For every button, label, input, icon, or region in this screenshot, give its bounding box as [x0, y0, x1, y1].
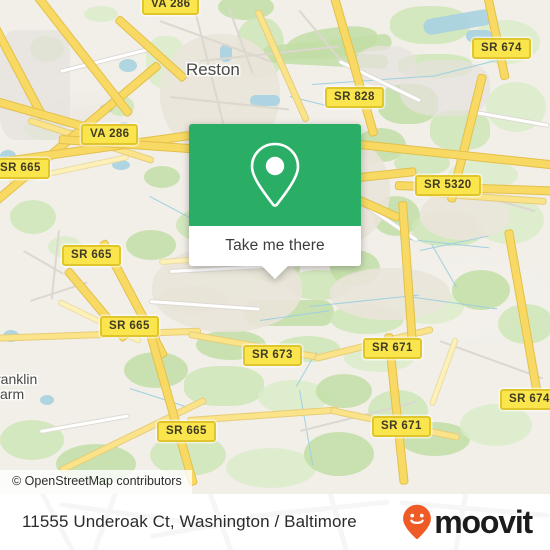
residential-area: [330, 268, 450, 320]
park-area: [184, 366, 264, 406]
road-shield-va-286-top: VA 286: [142, 0, 200, 15]
road-shield-sr-671-upper: SR 671: [363, 338, 422, 359]
park-area: [304, 432, 374, 476]
park-area: [460, 404, 532, 446]
road-shield-sr-665-lower: SR 665: [100, 316, 159, 337]
take-me-there-label: Take me there: [225, 237, 325, 254]
park-area: [126, 230, 176, 260]
moovit-pin-icon: [403, 504, 432, 540]
location-callout[interactable]: Take me there: [189, 124, 361, 279]
road-shield-sr-674-lower: SR 674: [500, 389, 550, 410]
water-body: [40, 395, 54, 405]
park-area: [316, 374, 372, 408]
callout-header: [189, 124, 361, 226]
road-shield-va-286: VA 286: [81, 124, 139, 145]
park-area: [144, 166, 180, 188]
road-shield-sr-673: SR 673: [243, 345, 302, 366]
road-shield-sr-665-left: SR 665: [0, 158, 50, 179]
road-shield-sr-665-mid: SR 665: [62, 245, 121, 266]
moovit-wordmark: moovit: [434, 504, 533, 540]
road-shield-sr-665-bottom: SR 665: [157, 421, 216, 442]
footer-bar: 11555 Underoak Ct, Washington / Baltimor…: [0, 494, 550, 550]
place-label-franklin-farm-line1: ranklin: [0, 371, 38, 387]
road-shield-sr-5320: SR 5320: [415, 175, 481, 196]
park-area: [226, 448, 316, 488]
park-area: [84, 6, 118, 22]
place-label-franklin-farm-line2: arm: [0, 386, 25, 402]
moovit-logo[interactable]: moovit: [402, 504, 533, 540]
map-canvas[interactable]: Reston ranklin arm VA 286 VA 286 SR 674 …: [0, 0, 550, 494]
osm-attribution[interactable]: © OpenStreetMap contributors: [0, 470, 192, 494]
water-body: [119, 59, 137, 72]
map-screenshot: Reston ranklin arm VA 286 VA 286 SR 674 …: [0, 0, 550, 550]
road-shield-sr-674-top: SR 674: [472, 38, 531, 59]
callout-body[interactable]: Take me there: [189, 226, 361, 279]
park-area: [10, 200, 56, 234]
road-shield-sr-671-lower: SR 671: [372, 416, 431, 437]
callout-pointer: [261, 265, 289, 279]
park-area: [0, 420, 64, 460]
address-label: 11555 Underoak Ct, Washington / Baltimor…: [22, 512, 357, 531]
road-shield-sr-828: SR 828: [325, 87, 384, 108]
park-area: [430, 110, 490, 150]
map-pin-icon: [250, 142, 300, 207]
place-label-reston: Reston: [186, 60, 240, 79]
